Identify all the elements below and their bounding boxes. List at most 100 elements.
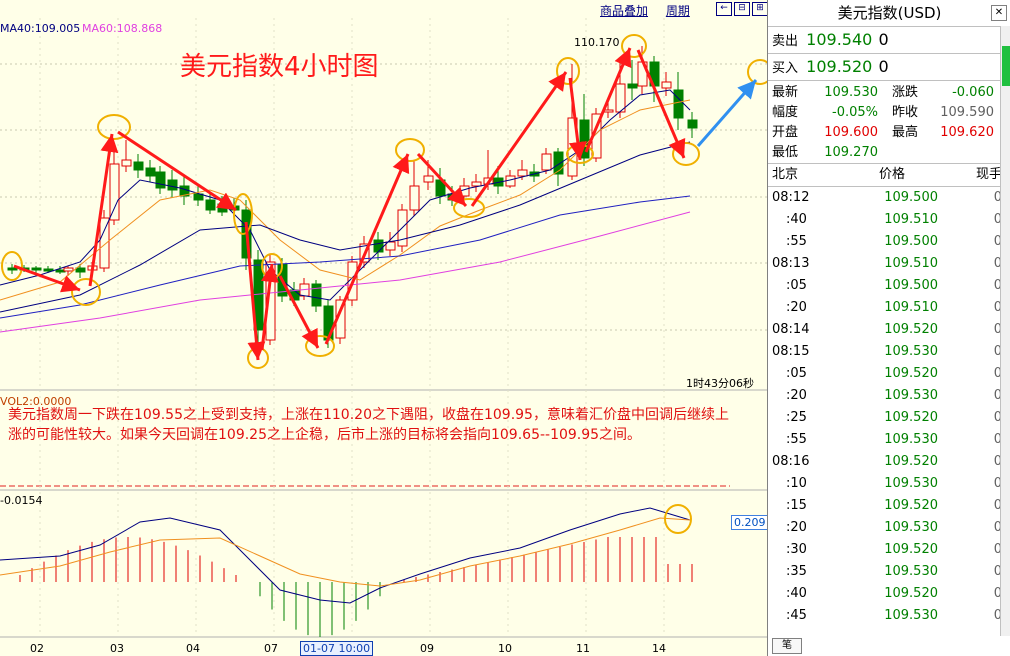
ma40-label: MA40:109.005 bbox=[0, 22, 81, 35]
tick-volume: 0 bbox=[993, 300, 1002, 315]
tick-time: :20 bbox=[786, 388, 807, 403]
x-tick: 14 bbox=[652, 642, 666, 655]
candle bbox=[373, 239, 384, 253]
tick-volume: 0 bbox=[993, 278, 1002, 293]
trend-arrow bbox=[117, 130, 237, 212]
tick-row: :45 109.530 0 bbox=[768, 605, 1010, 627]
tick-row: :25 109.520 0 bbox=[768, 407, 1010, 429]
candle bbox=[63, 267, 74, 272]
tick-row: :55 109.500 0 bbox=[768, 231, 1010, 253]
x-tick: 11 bbox=[576, 642, 590, 655]
tick-table[interactable]: 08:12 109.500 0:40 109.510 0:55 109.500 0 08:13… bbox=[768, 187, 1010, 627]
chart-title: 美元指数4小时图 bbox=[180, 52, 379, 82]
tick-price: 109.530 bbox=[884, 432, 938, 447]
tick-row: 08:14 109.520 0 bbox=[768, 319, 1010, 341]
stat-key: 幅度 bbox=[772, 105, 799, 120]
stat-value: -0.060 bbox=[952, 85, 994, 100]
tick-volume: 0 bbox=[993, 564, 1002, 579]
scrollbar-thumb[interactable] bbox=[1002, 46, 1010, 86]
tick-price: 109.530 bbox=[884, 564, 938, 579]
tick-price: 109.510 bbox=[884, 300, 938, 315]
scroll-left-button[interactable]: ← bbox=[716, 2, 732, 16]
candle bbox=[673, 89, 684, 119]
sell-label: 卖出 bbox=[772, 34, 799, 49]
stats-block: 最新 109.530 涨跌 -0.060 幅度 -0.05% 昨收 109.590 开盘 109.… bbox=[768, 81, 1010, 164]
candle bbox=[661, 81, 672, 89]
tick-price: 109.530 bbox=[884, 608, 938, 623]
trend-arrow bbox=[324, 153, 410, 345]
tick-row: 08:16 109.520 0 bbox=[768, 451, 1010, 473]
analysis-comment: 美元指数周一下跌在109.55之上受到支持，上涨在110.20之下遇阻，收盘在1… bbox=[8, 407, 729, 443]
col-price: 价格 bbox=[878, 167, 905, 182]
tick-row: :40 109.520 0 bbox=[768, 583, 1010, 605]
stat-row: 最新 109.530 涨跌 -0.060 bbox=[772, 83, 1007, 103]
chart-area[interactable]: 商品叠加 周期 ← ⊟ ⊞ → MA40:109.005 MA60:108.86… bbox=[0, 0, 786, 656]
panel-title: 美元指数(USD) ✕ bbox=[768, 0, 1010, 27]
tick-time: 08:12 bbox=[772, 190, 810, 205]
tick-time: :45 bbox=[786, 608, 807, 623]
annotation-circle bbox=[672, 142, 700, 166]
candle bbox=[121, 159, 132, 167]
x-tick: 07 bbox=[264, 642, 278, 655]
tick-row: :05 109.500 0 bbox=[768, 275, 1010, 297]
tick-price: 109.520 bbox=[884, 586, 938, 601]
tick-time: :05 bbox=[786, 366, 807, 381]
tick-volume: 0 bbox=[993, 344, 1002, 359]
sell-price: 109.540 bbox=[806, 30, 873, 49]
top-links: 商品叠加 周期 bbox=[600, 2, 704, 19]
chart-canvas[interactable] bbox=[0, 0, 767, 656]
tick-row: :40 109.510 0 bbox=[768, 209, 1010, 231]
tick-tab[interactable]: 笔 bbox=[772, 638, 802, 654]
candle bbox=[109, 163, 120, 221]
scrollbar[interactable] bbox=[1000, 26, 1010, 636]
stat-value: 109.600 bbox=[824, 125, 878, 140]
forecast-arrow bbox=[696, 79, 758, 147]
x-tick: 09 bbox=[420, 642, 434, 655]
x-tick: 04 bbox=[186, 642, 200, 655]
tick-volume: 0 bbox=[993, 212, 1002, 227]
zoom-out-button[interactable]: ⊟ bbox=[734, 2, 750, 16]
macd-label: -0.0154 bbox=[0, 494, 43, 507]
tick-time: :20 bbox=[786, 520, 807, 535]
sell-volume: 0 bbox=[878, 30, 889, 49]
buy-volume: 0 bbox=[878, 57, 889, 76]
tick-price: 109.500 bbox=[884, 278, 938, 293]
period-link[interactable]: 周期 bbox=[666, 4, 690, 18]
candle bbox=[517, 169, 528, 177]
tick-volume: 0 bbox=[993, 608, 1002, 623]
candle bbox=[627, 83, 638, 89]
overlay-link[interactable]: 商品叠加 bbox=[600, 4, 648, 18]
close-icon[interactable]: ✕ bbox=[991, 5, 1007, 21]
candle bbox=[541, 153, 552, 171]
candle bbox=[133, 161, 144, 171]
x-tick: 03 bbox=[110, 642, 124, 655]
stat-row: 开盘 109.600 最高 109.620 bbox=[772, 123, 1007, 143]
col-volume: 现手 bbox=[975, 167, 1002, 182]
stat-value: 109.620 bbox=[940, 125, 994, 140]
tick-volume: 0 bbox=[993, 410, 1002, 425]
tick-price: 109.500 bbox=[884, 190, 938, 205]
tick-time: :35 bbox=[786, 564, 807, 579]
tick-time: 08:13 bbox=[772, 256, 810, 271]
tick-volume: 0 bbox=[993, 322, 1002, 337]
tick-time: :05 bbox=[786, 278, 807, 293]
trend-arrow bbox=[470, 71, 568, 207]
candle bbox=[471, 181, 482, 187]
candle bbox=[409, 185, 420, 211]
candle bbox=[423, 175, 434, 183]
tick-time: 08:15 bbox=[772, 344, 810, 359]
elapsed-time: 1时43分06秒 bbox=[686, 377, 754, 390]
annotation-circle bbox=[305, 335, 335, 357]
tick-volume: 0 bbox=[993, 190, 1002, 205]
tick-row: 08:13 109.510 0 bbox=[768, 253, 1010, 275]
candle bbox=[205, 199, 216, 211]
annotation-circle bbox=[747, 59, 767, 85]
tick-time: :40 bbox=[786, 212, 807, 227]
zoom-in-button[interactable]: ⊞ bbox=[752, 2, 768, 16]
tick-volume: 0 bbox=[993, 498, 1002, 513]
stat-key: 最低 bbox=[772, 145, 799, 160]
tick-volume: 0 bbox=[993, 234, 1002, 249]
candle bbox=[603, 109, 614, 113]
tick-time: 08:14 bbox=[772, 322, 810, 337]
tick-row: 08:12 109.500 0 bbox=[768, 187, 1010, 209]
